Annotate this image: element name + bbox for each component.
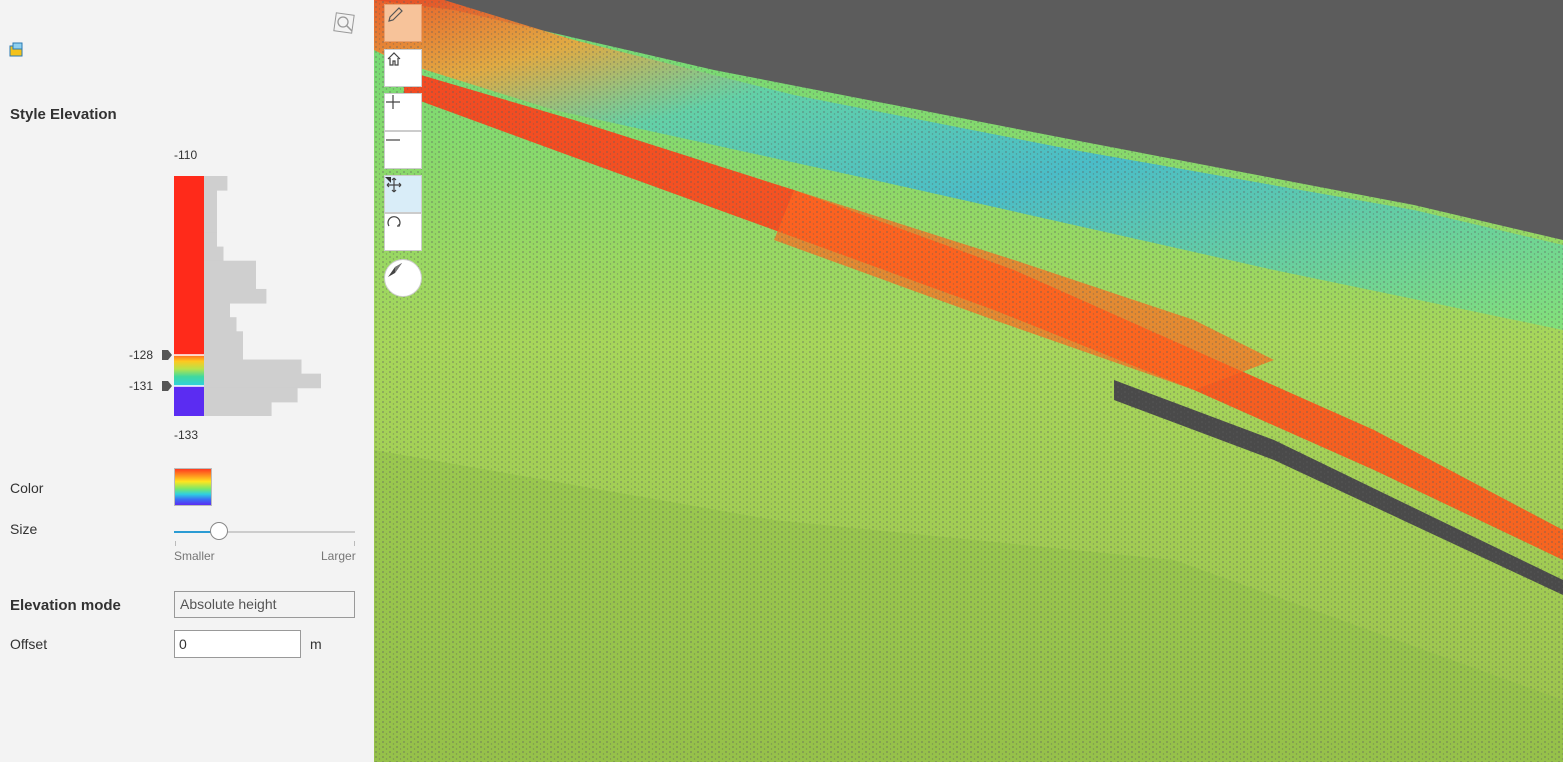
rotate-icon (387, 216, 401, 227)
color-ramp (174, 176, 204, 416)
histogram-bar (204, 373, 321, 389)
histogram-bar (204, 204, 217, 219)
size-min-label: Smaller (174, 549, 215, 563)
corner-indicator-icon (385, 177, 391, 183)
plus-icon (386, 95, 400, 109)
histogram-bar (204, 345, 243, 361)
pan-button[interactable] (384, 175, 422, 213)
histogram-bar (204, 176, 228, 191)
minus-icon (386, 139, 400, 141)
histogram-bar (204, 317, 237, 332)
color-swatch[interactable] (174, 468, 212, 506)
histogram-bar (204, 260, 256, 276)
histogram-max-label: -110 (174, 148, 198, 162)
stop-lower-handle[interactable] (162, 381, 172, 391)
stop-upper-label: -128 (129, 348, 154, 362)
histogram-bar (204, 359, 302, 375)
offset-input[interactable] (174, 630, 301, 658)
zoom-in-button[interactable] (384, 93, 422, 131)
panel-title: Style Elevation (10, 106, 117, 123)
histogram-bar (204, 401, 272, 416)
elevation-histogram (204, 176, 321, 416)
histogram-bar (204, 232, 217, 248)
pencil-icon (388, 7, 403, 22)
histogram-bar (204, 288, 267, 304)
offset-label: Offset (10, 636, 48, 652)
histogram-min-label: -133 (174, 428, 199, 442)
histogram-bar (204, 303, 230, 318)
rotate-button[interactable] (384, 213, 422, 251)
stop-lower-label: -131 (129, 379, 154, 393)
home-icon (387, 52, 401, 66)
style-panel: Style Elevation -110 -133 -128 -131 Colo… (0, 0, 374, 762)
zoom-out-button[interactable] (384, 131, 422, 169)
elevation-mode-select[interactable]: Absolute height (174, 591, 355, 618)
histogram-bar (204, 246, 224, 262)
compass-icon (388, 263, 402, 277)
size-slider-thumb[interactable] (210, 522, 229, 540)
layer-icon (9, 42, 23, 57)
color-label: Color (10, 480, 44, 496)
histogram-bar (204, 274, 256, 290)
elevation-mode-label: Elevation mode (10, 597, 121, 614)
size-max-label: Larger (321, 549, 356, 563)
3d-scene-view[interactable] (374, 0, 1563, 762)
histogram-bar (204, 218, 217, 233)
histogram-bar (204, 190, 217, 205)
size-label: Size (10, 521, 38, 537)
histogram-bar (204, 387, 298, 403)
point-cloud (374, 0, 1563, 762)
compass-button[interactable] (384, 259, 422, 297)
edit-tool-button[interactable] (384, 4, 422, 42)
offset-unit: m (310, 636, 322, 652)
home-button[interactable] (384, 49, 422, 87)
zoom-to-layer-icon[interactable] (333, 12, 355, 34)
histogram-bar (204, 331, 243, 346)
stop-upper-handle[interactable] (162, 350, 172, 360)
slider-tick (354, 541, 355, 546)
slider-tick (175, 541, 176, 546)
